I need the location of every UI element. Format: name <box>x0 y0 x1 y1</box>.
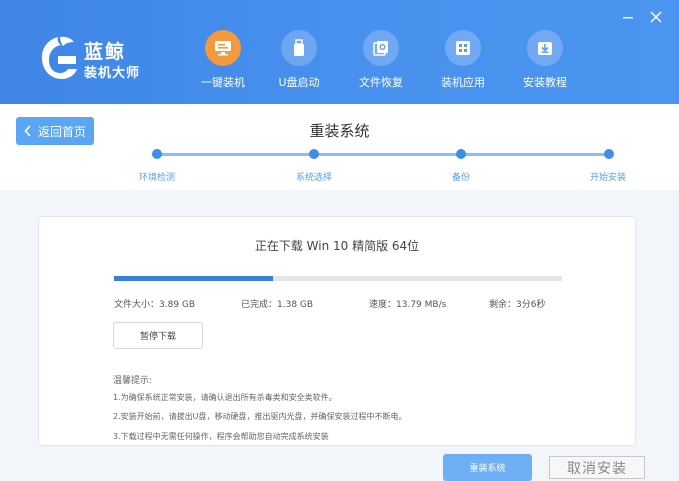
nav-label: 安装教程 <box>523 76 567 89</box>
nav-item-tutorial[interactable]: 安装教程 <box>510 30 580 100</box>
app-logo: 蓝鲸 装机大师 <box>38 34 148 82</box>
download-box-icon <box>538 42 552 55</box>
file-size-text: 文件大小：3.89 GB <box>114 300 196 310</box>
close-button[interactable] <box>647 8 665 26</box>
nav-icon-circle <box>363 30 399 66</box>
page-title: 重装系统 <box>309 122 370 140</box>
download-card: 正在下载 Win 10 精简版 64位 文件大小：3.89 GB 已完成：1.3… <box>38 216 636 446</box>
nav-label: 文件恢复 <box>359 76 403 89</box>
tip-item: 1.为确保系统正常安装，请确认退出所有杀毒类和安全类软件。 <box>113 393 337 402</box>
cancel-install-button[interactable]: 取消安装 <box>549 456 645 479</box>
usb-icon <box>294 39 304 56</box>
step-track <box>157 153 609 156</box>
minimize-icon <box>623 17 633 19</box>
tip-item: 2.安装开始前，请拔出U盘，移动硬盘，推出驱内光盘，并确保安装过程中不断电。 <box>113 412 407 421</box>
download-progress-bar <box>114 276 562 281</box>
monitor-icon <box>215 41 231 56</box>
nav-icon-circle <box>445 30 481 66</box>
minimize-button[interactable] <box>619 8 637 26</box>
speed-text: 速度：13.79 MB/s <box>369 300 447 310</box>
step-label-start-install: 开始安装 <box>590 173 627 183</box>
whale-logo-icon <box>41 36 77 79</box>
file-restore-icon <box>373 41 388 56</box>
nav-icon-circle <box>527 30 563 66</box>
nav-item-one-click-install[interactable]: 一键装机 <box>188 30 258 100</box>
tip-item: 3.下载过程中无需任何操作，程序会帮助您自动完成系统安装 <box>113 432 329 441</box>
reinstall-system-button[interactable]: 重装系统 <box>443 454 532 481</box>
pause-download-button[interactable]: 暂停下载 <box>113 322 203 349</box>
step-dot <box>309 149 319 159</box>
step-label-env-check: 环境检测 <box>139 173 176 183</box>
tips-title: 温馨提示: <box>113 376 153 386</box>
nav-item-usb-boot[interactable]: U盘启动 <box>264 30 334 100</box>
nav-item-install-apps[interactable]: 装机应用 <box>428 30 498 100</box>
close-icon <box>650 11 662 23</box>
apps-grid-icon <box>456 41 470 55</box>
app-header: 蓝鲸 装机大师 一键装机 U盘启动 文件恢复 装机应用 安装教程 <box>0 0 679 104</box>
step-dot <box>152 149 162 159</box>
step-dot <box>604 149 614 159</box>
completed-text: 已完成：1.38 GB <box>241 300 314 310</box>
step-bar: 返回首页 重装系统 环境检测 系统选择 备份 开始安装 <box>0 104 679 190</box>
nav-label: 一键装机 <box>201 76 245 89</box>
nav-label: 装机应用 <box>441 76 485 89</box>
nav-item-file-restore[interactable]: 文件恢复 <box>346 30 416 100</box>
remaining-text: 剩余：3分6秒 <box>489 300 546 310</box>
nav-icon-circle <box>281 30 317 66</box>
nav-label: U盘启动 <box>278 76 320 89</box>
step-label-system-select: 系统选择 <box>296 173 333 183</box>
app-subtitle: 装机大师 <box>84 66 141 81</box>
app-title: 蓝鲸 <box>84 41 127 63</box>
download-progress-fill <box>114 276 274 281</box>
step-label-backup: 备份 <box>452 173 471 183</box>
step-dot <box>456 149 466 159</box>
nav-icon-circle <box>205 30 241 66</box>
download-title: 正在下载 Win 10 精简版 64位 <box>254 239 420 253</box>
